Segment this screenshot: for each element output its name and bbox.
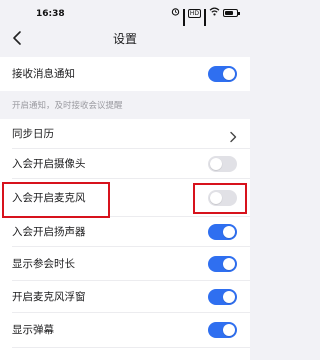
setting-label: 开启麦克风浮窗 xyxy=(12,291,86,303)
toggle-knob xyxy=(223,68,235,80)
setting-mic-on-join: 入会开启麦克风 xyxy=(0,179,250,217)
setting-label: 同步日历 xyxy=(12,128,54,140)
notifications-hint-row: 开启通知，及时接收会议提醒 xyxy=(0,91,250,119)
hd-icon: HD xyxy=(187,8,201,18)
signal-icon xyxy=(204,8,206,33)
toggle-knob xyxy=(210,192,222,204)
toggle-knob xyxy=(223,324,235,336)
status-bar: 16:38 HD xyxy=(0,0,250,33)
status-icons: HD xyxy=(171,7,240,33)
setting-show-danmaku: 显示弹幕 xyxy=(0,313,250,348)
page-title: 设置 xyxy=(112,32,137,46)
setting-speaker-on-join: 入会开启扬声器 xyxy=(0,217,250,247)
setting-receive-notifications: 接收消息通知 xyxy=(0,57,250,91)
status-time: 16:38 xyxy=(36,9,65,19)
setting-label: 接收消息通知 xyxy=(12,68,75,80)
toggle-knob xyxy=(223,291,235,303)
wifi-icon xyxy=(209,7,220,19)
alarm-icon xyxy=(171,7,180,19)
signal-icon xyxy=(182,8,185,33)
next-row-partial xyxy=(0,348,250,360)
nav-bar: 设置 xyxy=(0,26,250,50)
setting-label: 显示弹幕 xyxy=(12,324,54,336)
setting-show-duration: 显示参会时长 xyxy=(0,247,250,281)
setting-camera-on-join: 入会开启摄像头 xyxy=(0,149,250,179)
toggle-knob xyxy=(210,158,222,170)
mic-on-join-toggle[interactable] xyxy=(208,190,237,206)
show-danmaku-toggle[interactable] xyxy=(208,322,237,338)
notifications-hint: 开启通知，及时接收会议提醒 xyxy=(12,101,123,111)
toggle-knob xyxy=(223,258,235,270)
setting-label: 入会开启麦克风 xyxy=(12,192,86,204)
battery-icon xyxy=(223,9,240,17)
setting-sync-calendar[interactable]: 同步日历 xyxy=(0,119,250,149)
toggle-knob xyxy=(223,226,235,238)
setting-label: 显示参会时长 xyxy=(12,258,75,270)
receive-notifications-toggle[interactable] xyxy=(208,66,237,82)
speaker-on-join-toggle[interactable] xyxy=(208,224,237,240)
battery-level xyxy=(225,11,233,15)
chevron-right-icon xyxy=(228,128,238,143)
camera-on-join-toggle[interactable] xyxy=(208,156,237,172)
setting-mic-float-window: 开启麦克风浮窗 xyxy=(0,281,250,313)
setting-label: 入会开启摄像头 xyxy=(12,158,86,170)
show-duration-toggle[interactable] xyxy=(208,256,237,272)
setting-label: 入会开启扬声器 xyxy=(12,226,86,238)
mic-float-window-toggle[interactable] xyxy=(208,289,237,305)
